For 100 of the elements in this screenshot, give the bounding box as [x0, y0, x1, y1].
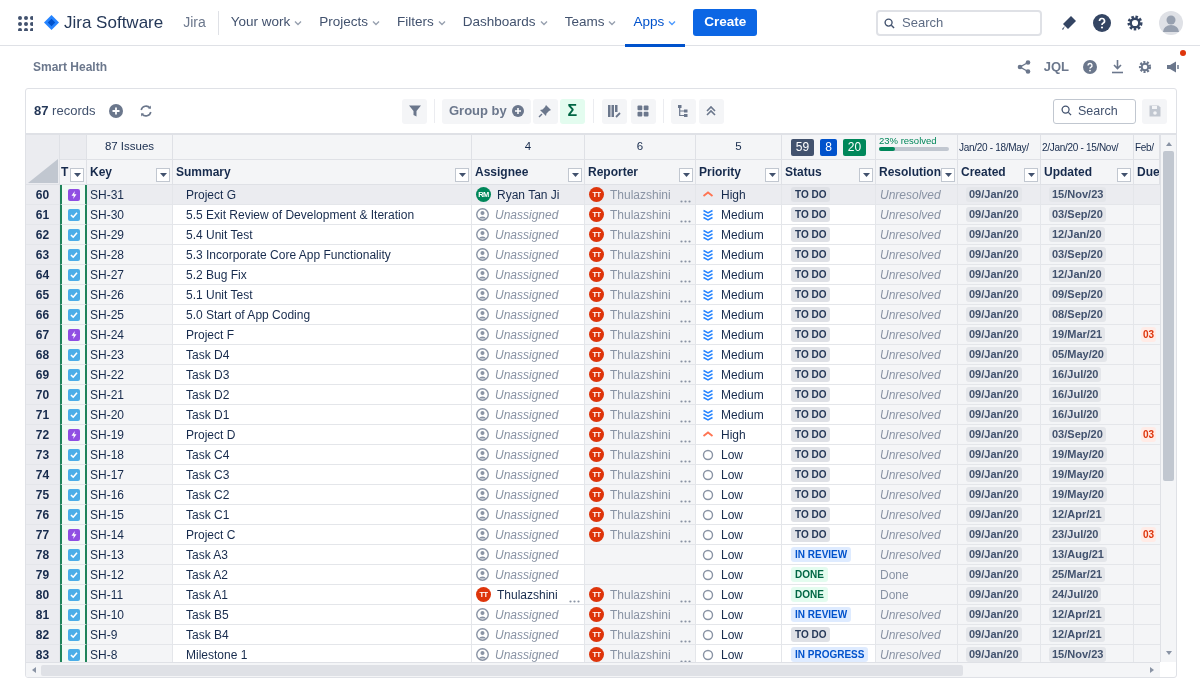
help-icon[interactable]	[1083, 60, 1097, 74]
filter-dropdown[interactable]	[765, 168, 779, 182]
more-icon[interactable]	[680, 220, 691, 223]
column-header[interactable]: Created	[961, 163, 1006, 181]
status-lozenge[interactable]: TO DO	[791, 207, 831, 222]
column-header[interactable]: Updated	[1044, 163, 1092, 181]
status-lozenge[interactable]: TO DO	[791, 287, 831, 302]
status-lozenge[interactable]: TO DO	[791, 307, 831, 322]
more-icon[interactable]	[680, 300, 691, 303]
nav-menu[interactable]: Apps	[625, 1, 686, 47]
filter-dropdown[interactable]	[1117, 168, 1131, 182]
column-header[interactable]: T	[61, 163, 69, 181]
more-icon[interactable]	[680, 240, 691, 243]
help-icon[interactable]	[1093, 13, 1111, 32]
status-lozenge[interactable]: DONE	[791, 567, 828, 582]
share-icon[interactable]	[1016, 60, 1031, 74]
more-icon[interactable]	[569, 600, 580, 603]
hierarchy-button[interactable]	[670, 98, 696, 124]
search-field[interactable]: Search	[876, 9, 1042, 36]
more-icon[interactable]	[680, 620, 691, 623]
app-switcher-icon[interactable]	[17, 14, 33, 31]
filter-dropdown[interactable]	[941, 168, 955, 182]
status-lozenge[interactable]: TO DO	[791, 427, 831, 442]
collapse-button[interactable]	[698, 98, 724, 124]
nav-menu[interactable]: Your work	[222, 1, 312, 47]
more-icon[interactable]	[680, 460, 691, 463]
product-name[interactable]: Jira Software	[64, 9, 164, 36]
more-icon[interactable]	[680, 640, 691, 643]
nav-menu[interactable]: Teams	[556, 1, 626, 47]
filter-dropdown[interactable]	[1024, 168, 1038, 182]
status-lozenge[interactable]: TO DO	[791, 627, 831, 642]
status-lozenge[interactable]: TO DO	[791, 487, 831, 502]
nav-menu[interactable]: Dashboards	[454, 1, 557, 47]
column-header[interactable]: Status	[785, 163, 822, 181]
more-icon[interactable]	[680, 200, 691, 203]
more-icon[interactable]	[680, 540, 691, 543]
group-by-button[interactable]: Group by	[442, 98, 531, 124]
column-header[interactable]: Priority	[699, 163, 741, 181]
grid-button[interactable]	[630, 98, 656, 124]
table-row[interactable]: 78 SH-13 Task A3 Unassigned Low IN REVIEW Unresolved 09/Jan/20 13/Aug/21	[26, 545, 1160, 565]
filter-dropdown[interactable]	[70, 168, 84, 182]
logo-icon[interactable]	[44, 15, 59, 30]
table-row[interactable]: 79 SH-12 Task A2 Unassigned Low DONE Done 09/Jan/20 25/Mar/21	[26, 565, 1160, 585]
filter-dropdown[interactable]	[156, 168, 170, 182]
status-lozenge[interactable]: TO DO	[791, 187, 831, 202]
more-icon[interactable]	[680, 400, 691, 403]
status-lozenge[interactable]: TO DO	[791, 407, 831, 422]
pin-button[interactable]	[532, 98, 558, 124]
vertical-scrollbar[interactable]	[1160, 135, 1176, 662]
create-button[interactable]: Create	[693, 9, 758, 36]
columns-button[interactable]	[601, 98, 627, 124]
more-icon[interactable]	[680, 320, 691, 323]
more-icon[interactable]	[680, 480, 691, 483]
status-lozenge[interactable]: TO DO	[791, 227, 831, 242]
download-icon[interactable]	[1111, 60, 1124, 74]
filter-dropdown[interactable]	[859, 168, 873, 182]
more-icon[interactable]	[680, 360, 691, 363]
more-icon[interactable]	[680, 340, 691, 343]
more-icon[interactable]	[680, 520, 691, 523]
status-lozenge[interactable]: TO DO	[791, 467, 831, 482]
status-lozenge[interactable]: TO DO	[791, 387, 831, 402]
search-field[interactable]: Search	[1053, 98, 1136, 124]
status-lozenge[interactable]: IN REVIEW	[791, 607, 852, 622]
nav-menu[interactable]: Projects	[311, 1, 390, 47]
more-icon[interactable]	[680, 600, 691, 603]
status-lozenge[interactable]: IN REVIEW	[791, 547, 852, 562]
app-name[interactable]: Jira	[183, 12, 206, 33]
more-icon[interactable]	[680, 260, 691, 263]
filter-dropdown[interactable]	[455, 168, 469, 182]
status-lozenge[interactable]: TO DO	[791, 367, 831, 382]
nav-menu[interactable]: Filters	[389, 1, 455, 47]
status-lozenge[interactable]: TO DO	[791, 327, 831, 342]
settings-icon[interactable]	[1138, 60, 1152, 74]
corner-cell[interactable]	[26, 135, 60, 185]
more-icon[interactable]	[680, 380, 691, 383]
scroll-thumb[interactable]	[1163, 151, 1174, 481]
status-lozenge[interactable]: TO DO	[791, 527, 831, 542]
user-avatar[interactable]	[1159, 10, 1183, 35]
filter-button[interactable]	[402, 98, 427, 124]
filter-dropdown[interactable]	[679, 168, 693, 182]
save-button[interactable]	[1142, 98, 1167, 124]
column-header[interactable]: Reporter	[588, 163, 638, 181]
more-icon[interactable]	[680, 420, 691, 423]
column-header[interactable]: Key	[90, 163, 112, 181]
filter-dropdown[interactable]	[568, 168, 582, 182]
column-header[interactable]: Resolution	[879, 163, 941, 181]
status-lozenge[interactable]: DONE	[791, 587, 828, 602]
status-lozenge[interactable]: TO DO	[791, 347, 831, 362]
column-header[interactable]: Assignee	[475, 163, 529, 181]
add-icon[interactable]	[109, 104, 124, 118]
status-lozenge[interactable]: IN PROGRESS	[791, 647, 869, 662]
column-header[interactable]: Due	[1137, 163, 1159, 181]
more-icon[interactable]	[680, 280, 691, 283]
status-lozenge[interactable]: TO DO	[791, 447, 831, 462]
status-lozenge[interactable]: TO DO	[791, 267, 831, 282]
sum-button[interactable]: Σ	[559, 98, 585, 124]
settings-icon[interactable]	[1126, 13, 1144, 32]
status-lozenge[interactable]: TO DO	[791, 507, 831, 522]
column-header[interactable]: Summary	[176, 163, 231, 181]
status-lozenge[interactable]: TO DO	[791, 247, 831, 262]
